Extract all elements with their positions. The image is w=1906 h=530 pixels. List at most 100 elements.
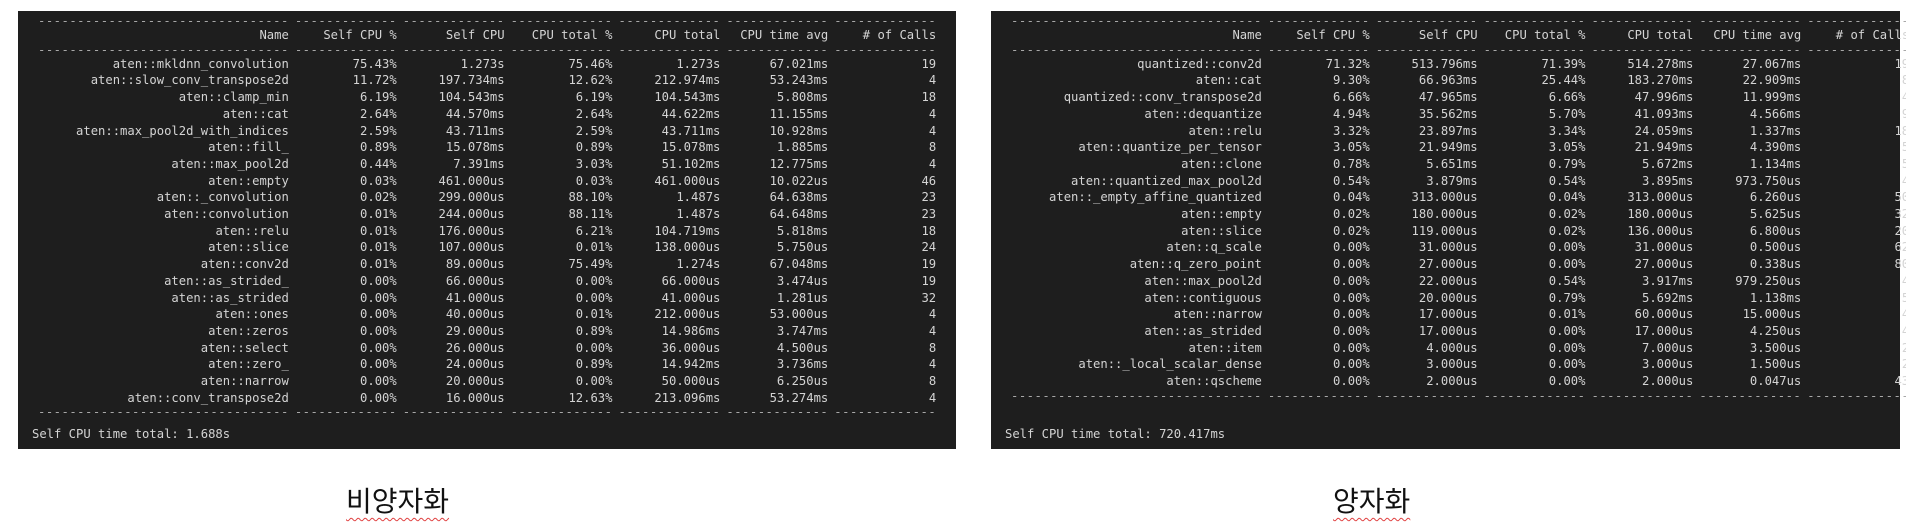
table-cell: 0.00% <box>1548 257 1586 272</box>
table-cell: 0.00% <box>360 307 397 322</box>
table-cell: aten::clamp_min <box>178 90 289 105</box>
table-cell: 5.70% <box>1548 106 1586 121</box>
table-cell: aten::dequantize <box>1144 106 1262 121</box>
table-cell: 0.00% <box>1548 374 1586 389</box>
table-cell: 461.000us <box>654 173 721 188</box>
separator-cell: -------------------------------- <box>38 42 289 57</box>
table-cell: 0.02% <box>1548 223 1586 238</box>
table-cell: 1.500us <box>1749 357 1802 372</box>
separator-cell: -------------------------------- <box>1011 42 1262 57</box>
self-cpu-total: Self CPU time total: 1.688s <box>32 427 231 441</box>
table-cell: 4.94% <box>1333 106 1370 121</box>
table-cell: 35.562ms <box>1418 106 1478 121</box>
table-row: aten::convolution 0.01% 244.000us 88.11% 1.4… <box>32 206 936 223</box>
table-cell: 0.03% <box>360 173 397 188</box>
table-cell: 0.54% <box>1333 173 1370 188</box>
table-cell: 89.000us <box>445 257 505 272</box>
table-cell: 5.672ms <box>1642 156 1694 171</box>
table-cell: 0.00% <box>360 340 397 355</box>
table-cell: 0.01% <box>360 223 397 238</box>
table-cell: 8 <box>928 340 937 355</box>
table-cell: 514.278ms <box>1627 56 1694 71</box>
separator-cell: ------------- <box>618 14 721 28</box>
column-header: # of Calls <box>1835 28 1906 42</box>
table-cell: 53.274ms <box>769 390 829 405</box>
table-cell: aten::max_pool2d_with_indices <box>76 123 289 138</box>
table-cell: aten::narrow <box>1173 307 1262 322</box>
table-cell: 31.000us <box>1634 240 1694 255</box>
table-cell: 0.338us <box>1749 257 1802 272</box>
separator-cell: ------------- <box>402 405 505 420</box>
table-cell: 2.59% <box>360 123 397 138</box>
table-cell: 43 <box>1894 374 1906 389</box>
column-header: CPU total <box>1627 28 1694 42</box>
separator-cell: ------------- <box>834 42 937 57</box>
separator-cell: ------------- <box>510 405 613 420</box>
table-cell: 0.00% <box>575 374 613 389</box>
separator-cell: ------------- <box>294 405 397 420</box>
table-cell: 104.719ms <box>654 223 721 238</box>
caption-unquantized: 비양자화 <box>346 485 450 518</box>
separator-cell: -------------------------------- <box>1011 388 1262 403</box>
separator-cell: ------------- <box>1483 14 1586 28</box>
table-cell: 212.974ms <box>654 73 721 88</box>
separator-cell: ------------- <box>1267 388 1370 403</box>
separator-cell: ------------- <box>1267 14 1370 28</box>
table-cell: aten::mkldnn_convolution <box>112 56 289 71</box>
separator-cell: ------------- <box>1699 42 1802 57</box>
table-cell: 2.59% <box>575 123 613 138</box>
table-cell: 104.543ms <box>438 90 505 105</box>
table-cell: 4 <box>1901 173 1906 188</box>
separator-cell: ------------- <box>1375 42 1478 57</box>
table-cell: quantized::conv_transpose2d <box>1063 90 1262 105</box>
table-cell: 2.000us <box>1426 374 1478 389</box>
separator-cell: ------------- <box>294 42 397 57</box>
table-cell: 4.390ms <box>1749 140 1802 155</box>
table-cell: 0.00% <box>360 374 397 389</box>
separator-cell: ------------- <box>510 42 613 57</box>
table-cell: aten::_convolution <box>156 190 289 205</box>
table-cell: 75.49% <box>568 257 613 272</box>
table-cell: 4 <box>1901 323 1906 338</box>
separator-cell: ------------- <box>1699 14 1802 28</box>
table-cell: aten::as_strided <box>171 290 289 305</box>
table-cell: 19 <box>1894 56 1906 71</box>
table-row: aten::mkldnn_convolution 75.43% 1.273s 75.4… <box>32 56 936 73</box>
table-cell: 50 <box>1894 190 1906 205</box>
column-header: CPU total % <box>531 28 613 42</box>
table-cell: 4.000us <box>1426 340 1478 355</box>
table-row: aten::q_scale 0.00% 31.000us 0.00% 31.000us 0… <box>1005 239 1906 256</box>
separator-cell: ------------- <box>834 14 937 28</box>
table-cell: aten::quantize_per_tensor <box>1078 140 1262 155</box>
table-cell: 1.273s <box>460 56 505 71</box>
table-cell: aten::convolution <box>164 207 289 222</box>
table-cell: 3.917ms <box>1642 273 1694 288</box>
table-cell: 3.879ms <box>1426 173 1478 188</box>
table-cell: 0.00% <box>1333 374 1370 389</box>
table-cell: 9 <box>1901 106 1906 121</box>
table-cell: 0.00% <box>1333 323 1370 338</box>
separator-cell: ------------- <box>1591 388 1694 403</box>
table-cell: 12.62% <box>568 73 613 88</box>
separator-cell: ------------- <box>402 14 505 28</box>
column-header: Name <box>259 28 289 42</box>
table-row: aten::cat 9.30% 66.963ms 25.44% 183.270ms 22.… <box>1005 72 1906 89</box>
table-cell: 20.000us <box>1418 290 1478 305</box>
column-header: # of Calls <box>862 28 937 42</box>
table-row: aten::zero_ 0.00% 24.000us 0.89% 14.942ms 3.7… <box>32 356 936 373</box>
column-header: CPU time avg <box>740 28 829 42</box>
table-row: aten::as_strided 0.00% 41.000us 0.00% 41.000… <box>32 290 936 307</box>
table-cell: 1.273s <box>676 56 721 71</box>
table-cell: 67.048ms <box>769 257 829 272</box>
table-cell: 5.808ms <box>776 90 829 105</box>
table-cell: 0.00% <box>360 390 397 405</box>
separator-cell: ------------- <box>726 405 829 420</box>
table-cell: 3.000us <box>1426 357 1478 372</box>
table-cell: 17.000us <box>1418 323 1478 338</box>
table-cell: 0.79% <box>1548 290 1586 305</box>
table-cell: 21.949ms <box>1418 140 1478 155</box>
table-cell: aten::q_scale <box>1166 240 1262 255</box>
table-cell: 1.487s <box>676 207 721 222</box>
table-cell: 180.000us <box>1411 207 1478 222</box>
table-cell: 44.570ms <box>445 106 505 121</box>
